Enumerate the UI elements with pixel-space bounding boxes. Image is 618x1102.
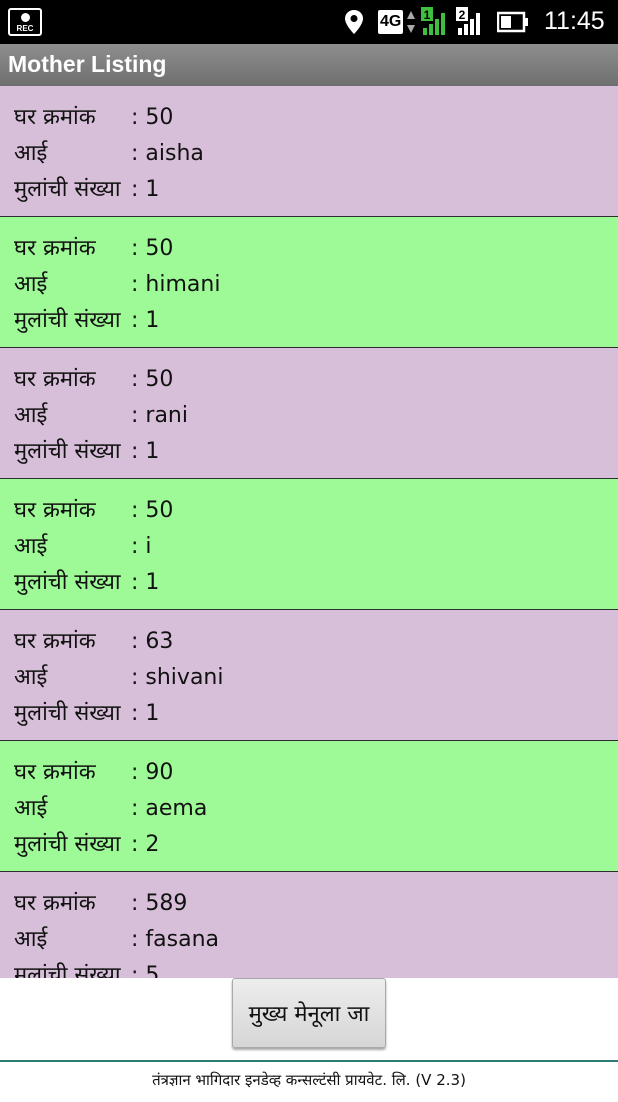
house-number-value: : 63 [131,629,174,654]
children-count-row: मुलांची संख्या : 1 [0,434,618,470]
mother-list[interactable]: घर क्रमांक : 50 आई : aisha मुलांची संख्या : 1… [0,86,618,978]
network-type-badge: 4G [378,10,404,34]
house-number-row: घर क्रमांक : 50 [0,231,618,267]
house-number-label: घर क्रमांक [14,760,96,785]
mother-name-value: : aema [131,796,208,821]
mother-list-item[interactable]: घर क्रमांक : 90 आई : aema मुलांची संख्या : 2 [0,741,618,872]
page-title: Mother Listing [8,51,167,77]
house-number-value: : 50 [131,367,174,392]
house-number-label: घर क्रमांक [14,891,96,916]
children-count-row: मुलांची संख्या : 1 [0,303,618,339]
mother-name-label: आई [14,272,48,297]
children-count-label: मुलांची संख्या [14,308,121,333]
mother-list-item[interactable]: घर क्रमांक : 50 आई : rani मुलांची संख्या : 1 [0,348,618,479]
children-count-value: : 1 [131,177,160,202]
house-number-row: घर क्रमांक : 50 [0,100,618,136]
house-number-value: : 90 [131,760,174,785]
mother-name-row: आई : aema [0,791,618,827]
children-count-label: मुलांची संख्या [14,439,121,464]
house-number-label: घर क्रमांक [14,105,96,130]
mother-name-value: : i [131,534,152,559]
mother-name-label: आई [14,403,48,428]
svg-text:2: 2 [459,8,466,22]
mother-name-value: : aisha [131,141,204,166]
children-count-label: मुलांची संख्या [14,963,121,978]
location-icon [345,10,363,34]
mother-name-row: आई : aisha [0,136,618,172]
mother-list-item[interactable]: घर क्रमांक : 50 आई : i मुलांची संख्या : 1 [0,479,618,610]
house-number-value: : 50 [131,498,174,523]
sim1-signal-icon: 1 [421,7,445,35]
footer-credit: तंत्रज्ञान भागिदार इनडेव्ह कन्सल्टंसी प्… [152,1071,466,1089]
mother-name-value: : himani [131,272,221,297]
children-count-value: : 1 [131,570,160,595]
mother-name-label: आई [14,534,48,559]
house-number-value: : 50 [131,236,174,261]
mother-name-row: आई : himani [0,267,618,303]
house-number-row: घर क्रमांक : 90 [0,755,618,791]
house-number-label: घर क्रमांक [14,629,96,654]
children-count-row: मुलांची संख्या : 1 [0,696,618,732]
house-number-label: घर क्रमांक [14,498,96,523]
house-number-row: घर क्रमांक : 50 [0,362,618,398]
mother-name-label: आई [14,141,48,166]
children-count-label: मुलांची संख्या [14,701,121,726]
main-menu-button[interactable]: मुख्य मेनूला जा [232,978,386,1048]
mother-list-item[interactable]: घर क्रमांक : 589 आई : fasana मुलांची संख्या:… [0,872,618,978]
children-count-label: मुलांची संख्या [14,570,121,595]
title-bar: Mother Listing [0,44,618,86]
children-count-row: मुलांची संख्या : 1 [0,172,618,208]
mother-name-row: आई : rani [0,398,618,434]
rec-label: REC [16,24,34,33]
house-number-value: : 50 [131,105,174,130]
mother-name-row: आई : i [0,529,618,565]
mother-name-value: : shivani [131,665,224,690]
house-number-row: घर क्रमांक : 589 [0,886,618,922]
data-activity-icon [407,11,415,33]
children-count-label: मुलांची संख्या [14,177,121,202]
house-number-label: घर क्रमांक [14,367,96,392]
children-count-value: : 1 [131,308,160,333]
battery-icon [497,11,528,33]
mother-name-value: : fasana [131,927,219,952]
children-count-value: : 1 [131,701,160,726]
house-number-row: घर क्रमांक : 50 [0,493,618,529]
children-count-value: : 5 [131,963,160,978]
house-number-label: घर क्रमांक [14,236,96,261]
mother-list-item[interactable]: घर क्रमांक : 63 आई : shivani मुलांची संख्या:… [0,610,618,741]
children-count-value: : 2 [131,832,160,857]
svg-text:1: 1 [424,8,431,22]
mother-name-row: आई : fasana [0,922,618,958]
mother-list-item[interactable]: घर क्रमांक : 50 आई : aisha मुलांची संख्या : 1 [0,86,618,217]
children-count-row: मुलांची संख्या : 1 [0,565,618,601]
house-number-value: : 589 [131,891,188,916]
mother-name-row: आई : shivani [0,660,618,696]
children-count-row: मुलांची संख्या : 2 [0,827,618,863]
status-bar: REC 4G 1 2 11:45 [0,0,618,44]
sim2-signal-icon: 2 [456,7,480,35]
mother-list-item[interactable]: घर क्रमांक : 50 आई : himani मुलांची संख्या : … [0,217,618,348]
status-clock: 11:45 [544,7,605,35]
mother-name-label: आई [14,796,48,821]
mother-name-label: आई [14,927,48,952]
mother-name-value: : rani [131,403,188,428]
children-count-row: मुलांची संख्या : 5 [0,958,618,978]
screen-record-icon: REC [8,8,42,36]
house-number-row: घर क्रमांक : 63 [0,624,618,660]
bottom-panel: मुख्य मेनूला जा तंत्रज्ञान भागिदार इनडेव… [0,978,618,1102]
children-count-label: मुलांची संख्या [14,832,121,857]
mother-name-label: आई [14,665,48,690]
footer-divider [0,1060,618,1062]
children-count-value: : 1 [131,439,160,464]
